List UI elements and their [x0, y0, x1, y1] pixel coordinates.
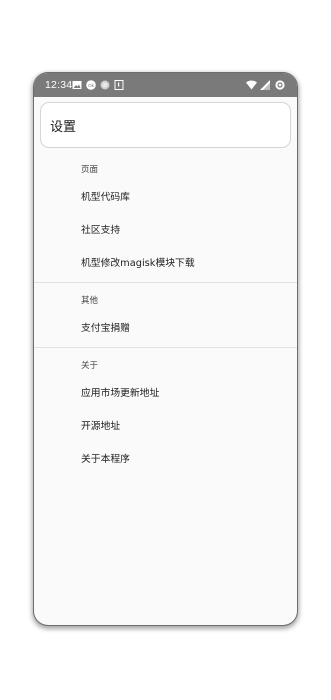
section-header-label: 其他 [81, 296, 99, 306]
toolbar: 设置 [40, 102, 291, 148]
pref-magisk-module-download[interactable]: 机型修改magisk模块下载 [34, 247, 297, 280]
circle-icon [100, 80, 110, 90]
pref-label: 应用市场更新地址 [81, 388, 160, 399]
pref-device-code-library[interactable]: 机型代码库 [34, 181, 297, 214]
status-time: 12:34 [45, 79, 73, 91]
section-header-pages: 页面 [34, 157, 297, 181]
badge-icon: Ok [86, 80, 96, 90]
section-header-label: 页面 [81, 165, 99, 175]
settings-list: 页面 机型代码库 社区支持 机型修改magisk模块下载 其他 支付宝捐赠 关于… [34, 157, 297, 476]
pref-about-app[interactable]: 关于本程序 [34, 443, 297, 476]
divider [34, 347, 297, 348]
battery-icon [275, 80, 285, 90]
section-header-label: 关于 [81, 361, 99, 371]
pref-label: 社区支持 [81, 225, 121, 236]
status-bar: 12:34 Ok [34, 73, 297, 97]
pref-open-source-url[interactable]: 开源地址 [34, 410, 297, 443]
page-title: 设置 [50, 120, 77, 135]
pref-label: 支付宝捐赠 [81, 323, 130, 334]
phone-screen: 12:34 Ok 设置 页面 机型代码库 社区支持 机型修改magisk模块下载… [34, 73, 297, 625]
section-header-other: 其他 [34, 288, 297, 312]
image-icon [72, 81, 82, 89]
pref-community-support[interactable]: 社区支持 [34, 214, 297, 247]
svg-text:Ok: Ok [88, 83, 95, 88]
pref-label: 关于本程序 [81, 454, 130, 465]
divider [34, 282, 297, 283]
sim-icon [114, 80, 124, 90]
pref-label: 机型代码库 [81, 192, 130, 203]
signal-icon [260, 80, 270, 90]
pref-label: 机型修改magisk模块下载 [81, 258, 195, 269]
section-header-about: 关于 [34, 353, 297, 377]
pref-app-store-update-url[interactable]: 应用市场更新地址 [34, 377, 297, 410]
pref-alipay-donate[interactable]: 支付宝捐赠 [34, 312, 297, 345]
wifi-icon [246, 80, 257, 90]
pref-label: 开源地址 [81, 421, 121, 432]
